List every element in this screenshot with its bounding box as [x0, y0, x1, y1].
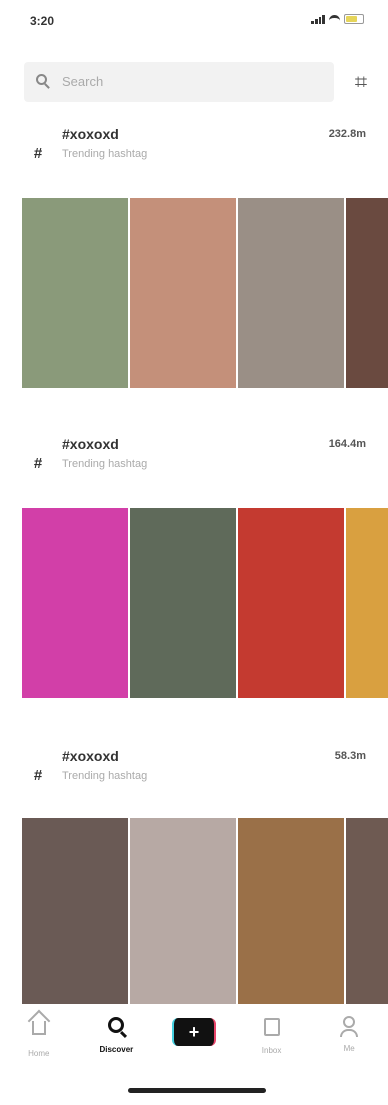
hashtag-view-count: 164.4m	[328, 438, 366, 450]
tab-home-label: Home	[28, 1049, 50, 1058]
hashtag-subtitle: Trending hashtag	[62, 458, 148, 470]
hashtag-title: #xoxoxd	[62, 748, 119, 764]
wifi-icon	[329, 14, 340, 24]
video-thumbnail[interactable]	[130, 818, 236, 1004]
scan-button[interactable]: ⌗	[350, 70, 372, 94]
inbox-icon	[261, 1018, 283, 1040]
create-button[interactable]: +	[171, 1018, 216, 1046]
hashtag-subtitle: Trending hashtag	[62, 770, 148, 782]
status-time: 3:20	[30, 14, 55, 28]
tab-discover[interactable]: Discover	[86, 1008, 146, 1054]
thumbnail-row	[22, 508, 388, 698]
hashtag-header[interactable]: # #xoxoxd Trending hashtag 232.8m	[0, 120, 388, 190]
discover-icon	[105, 1017, 127, 1039]
hashtag-icon: #	[33, 767, 43, 784]
video-thumbnail[interactable]	[130, 508, 236, 698]
tab-inbox-label: Inbox	[261, 1046, 282, 1055]
hashtag-view-count: 232.8m	[328, 128, 366, 140]
tab-home[interactable]: Home	[9, 1008, 69, 1058]
video-thumbnail[interactable]	[22, 818, 128, 1004]
home-indicator	[128, 1088, 266, 1093]
hashtag-section-2: # #xoxoxd Trending hashtag 164.4m	[0, 430, 388, 698]
hashtag-title: #xoxoxd	[62, 436, 119, 452]
tab-inbox[interactable]: Inbox	[242, 1008, 302, 1055]
search-icon	[36, 74, 47, 85]
hashtag-icon: #	[33, 145, 43, 162]
hashtag-section-3: # #xoxoxd Trending hashtag 58.3m	[0, 742, 388, 1004]
video-thumbnail[interactable]	[346, 508, 388, 698]
hashtag-header[interactable]: # #xoxoxd Trending hashtag 164.4m	[0, 430, 388, 500]
video-thumbnail[interactable]	[346, 198, 388, 388]
search-row: Search ⌗	[24, 62, 380, 106]
bottom-tab-bar: Home Discover + Inbox Me	[0, 1008, 388, 1068]
signal-icon	[311, 14, 325, 24]
video-thumbnail[interactable]	[346, 818, 388, 1004]
tab-me[interactable]: Me	[319, 1008, 379, 1053]
battery-icon	[344, 14, 364, 24]
status-icons	[311, 14, 364, 24]
profile-icon	[338, 1016, 360, 1038]
search-input[interactable]: Search	[24, 62, 334, 102]
thumbnail-row	[22, 818, 388, 1004]
tab-me-label: Me	[343, 1044, 355, 1053]
hashtag-title: #xoxoxd	[62, 126, 119, 142]
video-thumbnail[interactable]	[238, 508, 344, 698]
tab-create[interactable]: +	[164, 1008, 224, 1046]
status-bar: 3:20	[0, 0, 388, 48]
video-thumbnail[interactable]	[238, 198, 344, 388]
hashtag-subtitle: Trending hashtag	[62, 148, 148, 160]
video-thumbnail[interactable]	[238, 818, 344, 1004]
hashtag-view-count: 58.3m	[334, 750, 366, 762]
thumbnail-row	[22, 198, 388, 388]
video-thumbnail[interactable]	[130, 198, 236, 388]
search-placeholder: Search	[62, 74, 104, 89]
video-thumbnail[interactable]	[22, 508, 128, 698]
hashtag-section-1: # #xoxoxd Trending hashtag 232.8m	[0, 120, 388, 388]
home-icon	[28, 1021, 50, 1043]
hashtag-header[interactable]: # #xoxoxd Trending hashtag 58.3m	[0, 742, 388, 812]
hashtag-icon: #	[33, 455, 43, 472]
video-thumbnail[interactable]	[22, 198, 128, 388]
tab-discover-label: Discover	[99, 1045, 134, 1054]
